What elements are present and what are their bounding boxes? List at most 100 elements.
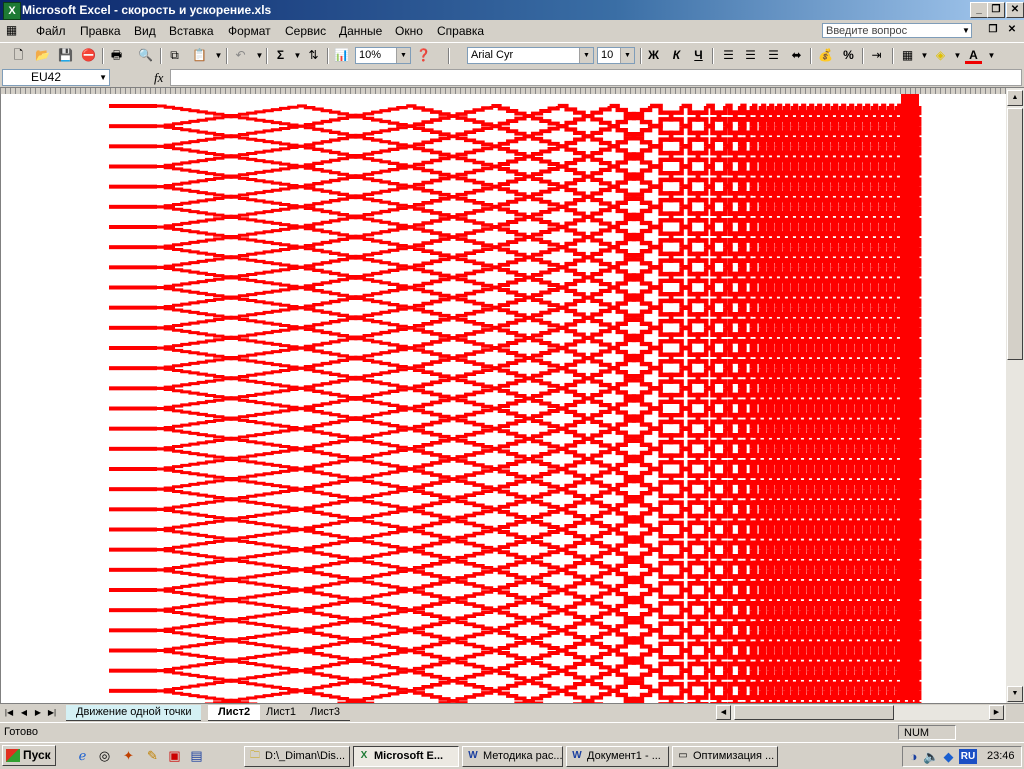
word-icon: W — [468, 750, 478, 761]
font-name-arrow-icon[interactable]: ▼ — [579, 48, 593, 63]
bold-button[interactable]: Ж — [645, 47, 662, 64]
task-word-method[interactable]: W Методика рас... — [462, 746, 563, 767]
start-button[interactable]: Пуск — [2, 745, 56, 766]
menu-help[interactable]: Справка — [437, 24, 484, 38]
toolbar: 🗋 📂 💾 ⛔ 🖶 🔍 ⧉ 📋 ▼ ↶ ▼ Σ ▼ ⇅ 📊 10% ▼ ❓ Ar… — [0, 42, 1024, 70]
sort-icon[interactable]: ⇅ — [305, 47, 322, 64]
indent-icon[interactable]: ⇥ — [868, 47, 885, 64]
tab-sheet3[interactable]: Лист3 — [300, 705, 351, 721]
center-icon[interactable]: ☰ — [742, 47, 759, 64]
italic-button[interactable]: К — [668, 47, 685, 64]
tool-icon[interactable]: ✎ — [144, 747, 161, 764]
borders-arrow-icon[interactable]: ▼ — [916, 47, 933, 64]
name-box[interactable]: EU42 ▼ — [2, 69, 110, 86]
formula-input[interactable] — [170, 69, 1022, 86]
scroll-up-icon[interactable]: ▲ — [1007, 90, 1023, 106]
status-bar: Готово NUM — [0, 722, 1024, 743]
copy-icon[interactable]: ⧉ — [166, 47, 183, 64]
task-optimization[interactable]: ▭ Оптимизация ... — [672, 746, 778, 767]
menu-format[interactable]: Формат — [228, 24, 271, 38]
zoom-value: 10% — [359, 49, 382, 61]
word-icon: W — [572, 750, 582, 761]
paste-icon[interactable]: 📋 — [191, 47, 208, 64]
align-right-icon[interactable]: ☰ — [765, 47, 782, 64]
menu-insert[interactable]: Вставка — [169, 24, 214, 38]
print-icon[interactable]: 🖶 — [108, 47, 125, 64]
vertical-scroll-thumb[interactable] — [1007, 108, 1023, 360]
task-excel[interactable]: X Microsoft E... — [353, 746, 459, 767]
minimize-button[interactable]: _ — [970, 2, 988, 18]
tab-prev-icon[interactable]: ◀ — [18, 706, 30, 719]
save-icon[interactable]: 💾 — [57, 47, 74, 64]
ie-icon[interactable]: ℯ — [74, 747, 91, 764]
close-button[interactable]: ✕ — [1006, 2, 1024, 18]
clock: 23:46 — [987, 750, 1015, 762]
app-excel-icon[interactable]: X — [3, 2, 21, 20]
menu-tools[interactable]: Сервис — [285, 24, 326, 38]
chart-wizard-icon[interactable]: 📊 — [333, 47, 350, 64]
font-color-button[interactable]: A — [965, 47, 982, 64]
doc-close-button[interactable]: ✕ — [1004, 23, 1020, 37]
name-box-arrow-icon[interactable]: ▼ — [99, 70, 107, 85]
horizontal-scroll-thumb[interactable] — [734, 705, 894, 720]
fill-color-arrow-icon[interactable]: ▼ — [949, 47, 966, 64]
doc-restore-button[interactable]: ❐ — [985, 23, 1001, 37]
align-left-icon[interactable]: ☰ — [720, 47, 737, 64]
fx-icon[interactable]: fx — [154, 70, 163, 86]
font-color-arrow-icon[interactable]: ▼ — [983, 47, 1000, 64]
volume-icon[interactable]: 🔈 — [923, 748, 940, 765]
tray-app-icon[interactable]: ◆ — [940, 748, 957, 765]
font-size-arrow-icon[interactable]: ▼ — [620, 48, 634, 63]
zoom-arrow-icon[interactable]: ▼ — [396, 48, 410, 63]
help-icon[interactable]: ❓ — [415, 47, 432, 64]
fill-color-icon[interactable]: ◈ — [932, 47, 949, 64]
scroll-down-icon[interactable]: ▼ — [1007, 686, 1023, 702]
tab-sheet1[interactable]: Лист1 — [256, 705, 307, 721]
tab-last-icon[interactable]: ▶| — [46, 706, 58, 719]
workbook-icon[interactable]: ▦ — [3, 22, 20, 39]
permission-icon[interactable]: ⛔ — [80, 47, 97, 64]
network-icon[interactable]: ◑ — [905, 748, 922, 765]
font-name-combo[interactable]: Arial Cyr ▼ — [467, 47, 594, 64]
percent-button[interactable]: % — [840, 47, 857, 64]
new-icon[interactable]: 🗋 — [10, 47, 27, 64]
vertical-scrollbar[interactable]: ▲ ▼ — [1006, 88, 1024, 704]
tab-sheet2[interactable]: Лист2 — [208, 705, 261, 721]
open-icon[interactable]: 📂 — [34, 47, 51, 64]
menu-data[interactable]: Данные — [339, 24, 382, 38]
horizontal-scrollbar[interactable]: ◀ ▶ — [716, 705, 1006, 720]
worksheet-grid[interactable] — [0, 94, 1007, 703]
task-word-document[interactable]: W Документ1 - ... — [566, 746, 669, 767]
zoom-combo[interactable]: 10% ▼ — [355, 47, 411, 64]
autosum-arrow-icon[interactable]: ▼ — [289, 47, 306, 64]
autosum-icon[interactable]: Σ — [272, 47, 289, 64]
research-icon[interactable]: 🔍 — [137, 47, 154, 64]
menu-edit[interactable]: Правка — [80, 24, 121, 38]
currency-icon[interactable]: 💰 — [817, 47, 834, 64]
package-icon[interactable]: ▣ — [166, 747, 183, 764]
scroll-right-icon[interactable]: ▶ — [989, 705, 1004, 720]
tab-next-icon[interactable]: ▶ — [32, 706, 44, 719]
underline-button[interactable]: Ч — [690, 47, 707, 64]
undo-icon[interactable]: ↶ — [232, 47, 249, 64]
menu-file[interactable]: Файл — [36, 24, 66, 38]
language-indicator[interactable]: RU — [959, 749, 977, 764]
restore-button[interactable]: ❐ — [987, 2, 1005, 18]
help-search-arrow-icon[interactable]: ▼ — [962, 26, 970, 35]
task-label: Microsoft E... — [374, 750, 444, 762]
tab-movement-one-point[interactable]: Движение одной точки — [66, 705, 202, 721]
help-search-input[interactable]: Введите вопрос — [822, 23, 972, 38]
scroll-left-icon[interactable]: ◀ — [716, 705, 731, 720]
quicklaunch-app-icon[interactable]: ▤ — [188, 747, 205, 764]
font-size-combo[interactable]: 10 ▼ — [597, 47, 635, 64]
merge-icon[interactable]: ⬌ — [788, 47, 805, 64]
task-explorer[interactable]: 🗀 D:\_Diman\Dis... — [244, 746, 350, 767]
tab-first-icon[interactable]: |◀ — [3, 706, 15, 719]
paste-arrow-icon[interactable]: ▼ — [210, 47, 227, 64]
borders-icon[interactable]: ▦ — [899, 47, 916, 64]
runner-icon[interactable]: ✦ — [120, 747, 137, 764]
cell-reference: EU42 — [31, 70, 62, 84]
menu-view[interactable]: Вид — [134, 24, 156, 38]
media-icon[interactable]: ◎ — [96, 747, 113, 764]
menu-window[interactable]: Окно — [395, 24, 423, 38]
